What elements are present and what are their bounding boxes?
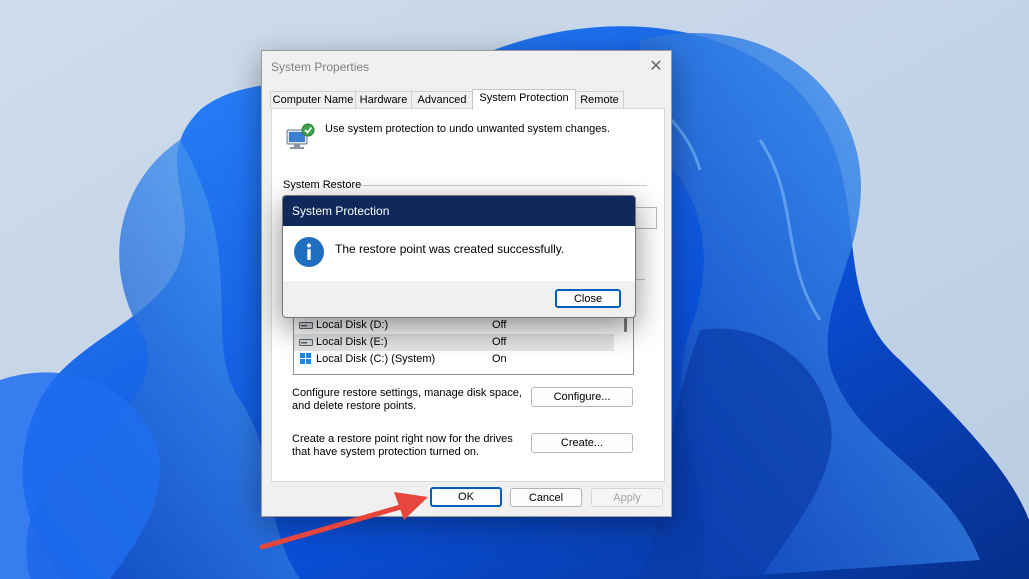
apply-button[interactable]: Apply xyxy=(591,488,663,507)
tab-system-protection[interactable]: System Protection xyxy=(472,89,576,110)
list-scrollbar[interactable] xyxy=(624,318,627,332)
configure-description: Configure restore settings, manage disk … xyxy=(292,387,522,412)
dialog-message: The restore point was created successful… xyxy=(335,242,565,256)
drive-icon xyxy=(299,339,313,346)
drive-status: Off xyxy=(492,336,507,348)
drive-status: Off xyxy=(492,319,507,331)
drive-icon xyxy=(299,322,313,329)
dialog-body: The restore point was created successful… xyxy=(283,226,635,281)
cancel-button[interactable]: Cancel xyxy=(510,488,582,507)
create-description: Create a restore point right now for the… xyxy=(292,433,513,458)
ok-button[interactable]: OK xyxy=(430,487,502,507)
create-button[interactable]: Create... xyxy=(531,433,633,453)
system-drive-icon xyxy=(300,353,311,364)
configure-button[interactable]: Configure... xyxy=(531,387,633,407)
drive-status: On xyxy=(492,353,507,365)
close-icon: ✕ xyxy=(649,58,663,75)
drives-list[interactable]: Local Disk (D:) Off Local Disk (E:) Off … xyxy=(293,315,634,375)
window-close-button[interactable]: ✕ xyxy=(642,55,670,77)
dialog-title-bar: System Protection xyxy=(283,196,635,226)
tab-hardware[interactable]: Hardware xyxy=(355,91,412,109)
dialog-close-button[interactable]: Close xyxy=(555,289,621,308)
section-divider xyxy=(358,185,647,186)
dialog-title: System Protection xyxy=(292,204,390,218)
list-item[interactable]: Local Disk (D:) Off xyxy=(294,317,614,334)
drive-name: Local Disk (D:) xyxy=(316,319,389,331)
info-icon xyxy=(294,237,324,267)
intro-text: Use system protection to undo unwanted s… xyxy=(325,123,610,135)
tab-remote[interactable]: Remote xyxy=(575,91,624,109)
list-item[interactable]: Local Disk (C:) (System) On xyxy=(294,351,614,368)
window-title: System Properties xyxy=(271,60,370,74)
tab-computer-name[interactable]: Computer Name xyxy=(270,91,356,109)
tab-advanced[interactable]: Advanced xyxy=(411,91,473,109)
section-title: System Restore xyxy=(283,179,362,191)
system-protection-icon xyxy=(286,123,315,149)
drive-name: Local Disk (E:) xyxy=(316,336,388,348)
drive-name: Local Disk (C:) (System) xyxy=(316,353,436,365)
list-item[interactable]: Local Disk (E:) Off xyxy=(294,334,614,351)
system-protection-dialog: System Protection The restore point was … xyxy=(282,195,636,318)
